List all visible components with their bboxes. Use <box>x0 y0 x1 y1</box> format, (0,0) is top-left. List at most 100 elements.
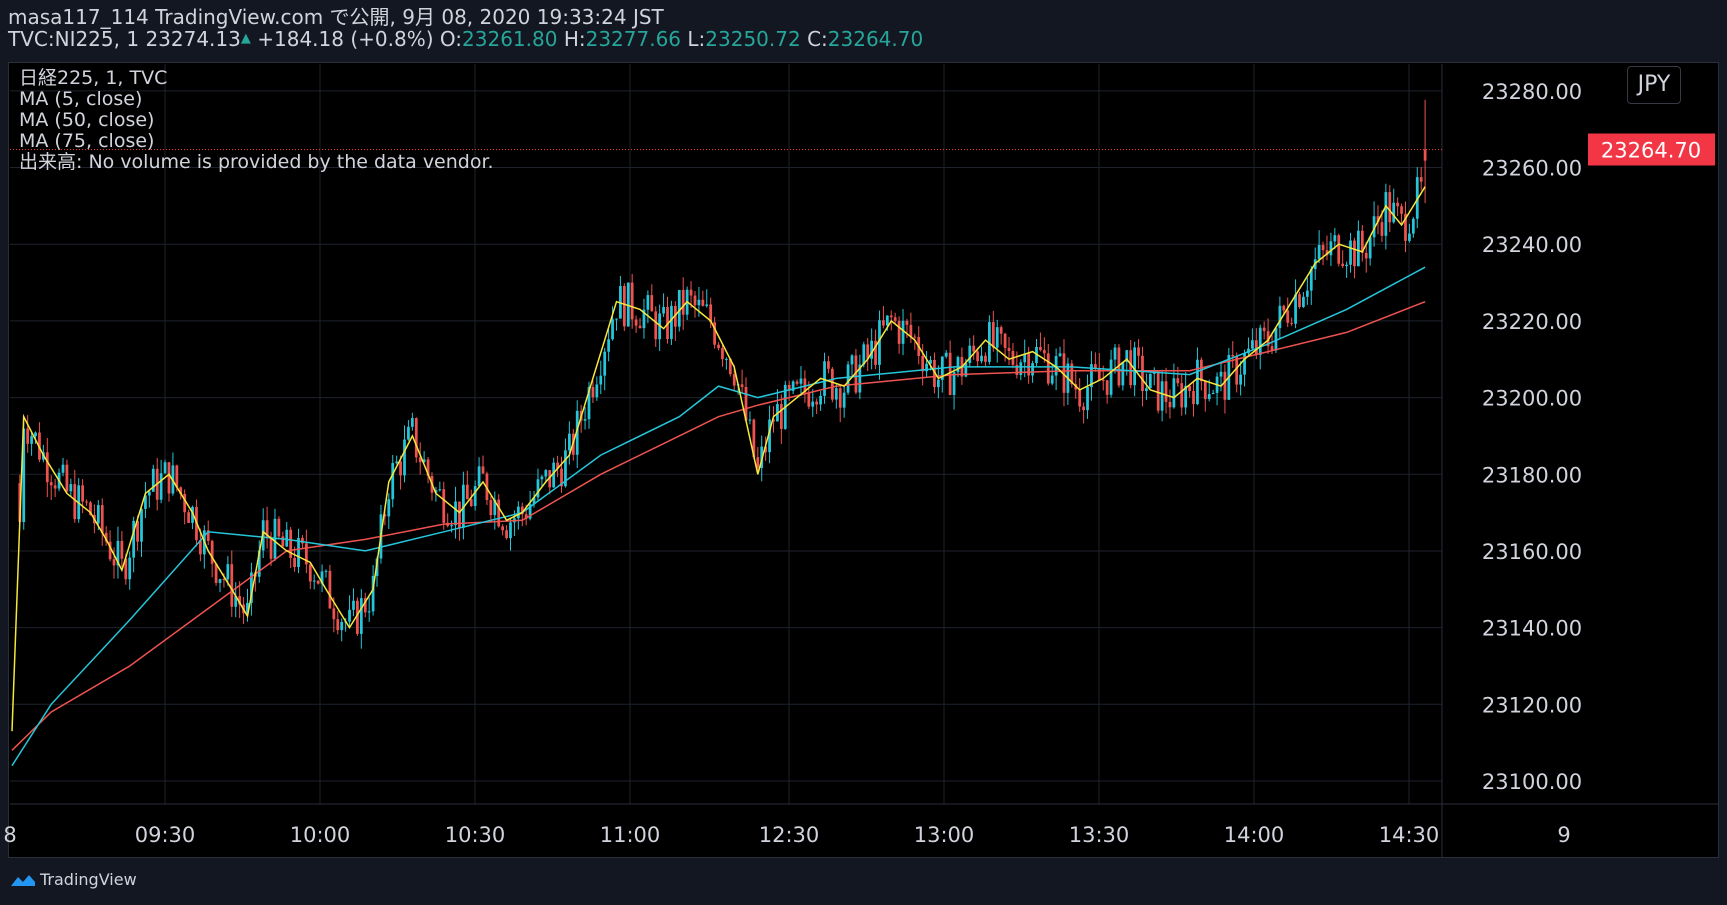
candle-body <box>1423 149 1427 161</box>
candle-body <box>677 289 681 327</box>
candle-body <box>465 484 469 500</box>
candle-body <box>128 557 132 580</box>
candle-body <box>1094 364 1097 369</box>
candle-body <box>1188 385 1191 392</box>
candle-body <box>1133 347 1137 386</box>
candle-body <box>1341 263 1345 267</box>
candle-body <box>779 404 783 429</box>
candle-body <box>1392 202 1396 223</box>
candle-body <box>367 611 371 613</box>
candle-body <box>285 529 289 547</box>
candle-body <box>834 388 838 400</box>
candle-body <box>469 499 473 507</box>
y-tick-label: 23160.00 <box>1482 540 1582 564</box>
legend-ma5[interactable]: MA (5, close) <box>19 89 494 110</box>
candle-body <box>1145 388 1148 392</box>
legend-ma75[interactable]: MA (75, close) <box>19 131 494 152</box>
candle-body <box>1176 378 1180 384</box>
candle-body <box>45 452 49 483</box>
legend-volume[interactable]: 出来高: No volume is provided by the data v… <box>19 152 494 173</box>
candle-body <box>340 621 344 631</box>
candle-body <box>740 384 744 388</box>
candle-body <box>705 304 709 306</box>
candle-body <box>1203 381 1207 400</box>
chart-legend: 日経225, 1, TVC MA (5, close) MA (50, clos… <box>19 68 494 173</box>
candle-body <box>297 537 300 568</box>
x-tick-label: 13:30 <box>1069 823 1130 847</box>
candle-body <box>846 364 850 393</box>
candle-body <box>882 320 885 326</box>
candle-body <box>85 501 88 503</box>
candle-body <box>293 557 296 568</box>
candle-body <box>544 470 548 477</box>
candle-body <box>1384 192 1388 236</box>
candle-body <box>1357 230 1360 267</box>
candle-body <box>968 345 972 363</box>
candle-body <box>1105 380 1109 395</box>
candle-body <box>1400 206 1403 214</box>
x-tick-label: 11:00 <box>600 823 661 847</box>
candle-body <box>1353 240 1356 267</box>
candle-body <box>1156 371 1160 411</box>
tradingview-brand[interactable]: TradingView <box>10 870 137 889</box>
candle-body <box>112 559 116 566</box>
candle-body <box>1396 202 1400 207</box>
y-tick-label: 23100.00 <box>1482 770 1582 794</box>
candle-body <box>391 463 395 500</box>
legend-ma50[interactable]: MA (50, close) <box>19 110 494 131</box>
candle-body <box>897 320 901 344</box>
candle-body <box>1223 371 1227 400</box>
candle-body <box>1137 347 1140 356</box>
candle-body <box>622 286 626 327</box>
candle-body <box>1282 305 1286 311</box>
x-tick-label: 10:00 <box>290 823 351 847</box>
candle-body <box>1148 373 1152 389</box>
candle-body <box>163 462 167 474</box>
candle-body <box>654 311 658 340</box>
candle-body <box>1235 356 1239 385</box>
candle-body <box>1211 392 1215 395</box>
candle-body <box>1251 340 1254 349</box>
candle-body <box>501 526 505 531</box>
candle-body <box>1298 294 1301 307</box>
candle-body <box>634 319 638 326</box>
candle-body <box>352 600 355 610</box>
candle-body <box>442 489 446 523</box>
candle-body <box>725 358 728 360</box>
candle-body <box>269 537 273 559</box>
legend-symbol[interactable]: 日経225, 1, TVC <box>19 68 494 89</box>
y-tick-label: 23200.00 <box>1482 387 1582 411</box>
candle-body <box>1317 245 1321 260</box>
currency-button[interactable]: JPY <box>1627 66 1681 104</box>
candle-body <box>921 356 925 372</box>
candle-body <box>1364 252 1368 259</box>
candle-body <box>681 289 685 315</box>
candle-body <box>1419 177 1423 182</box>
candle-body <box>697 299 701 306</box>
candle-body <box>1078 389 1082 407</box>
candle-body <box>1294 294 1297 324</box>
y-tick-label: 23120.00 <box>1482 693 1582 717</box>
candle-body <box>611 319 614 340</box>
candle-body <box>842 392 846 408</box>
candle-body <box>1046 353 1050 384</box>
candle-body <box>1129 350 1133 386</box>
x-tick-label: 13:00 <box>914 823 975 847</box>
candle-body <box>1231 354 1235 357</box>
candle-body <box>438 489 442 491</box>
candle-body <box>595 384 599 398</box>
candle-body <box>1290 322 1294 324</box>
x-tick-label: 10:30 <box>445 823 506 847</box>
candle-body <box>1003 333 1007 349</box>
candle-body <box>407 426 410 440</box>
candle-body <box>599 375 603 385</box>
candle-body <box>905 320 909 325</box>
candle-body <box>61 464 65 473</box>
candle-body <box>807 392 811 407</box>
candle-body <box>670 305 673 340</box>
candle-body <box>815 401 819 405</box>
candle-body <box>603 351 607 376</box>
candle-body <box>454 501 457 526</box>
candle-body <box>1239 374 1242 385</box>
candle-body <box>567 433 571 451</box>
